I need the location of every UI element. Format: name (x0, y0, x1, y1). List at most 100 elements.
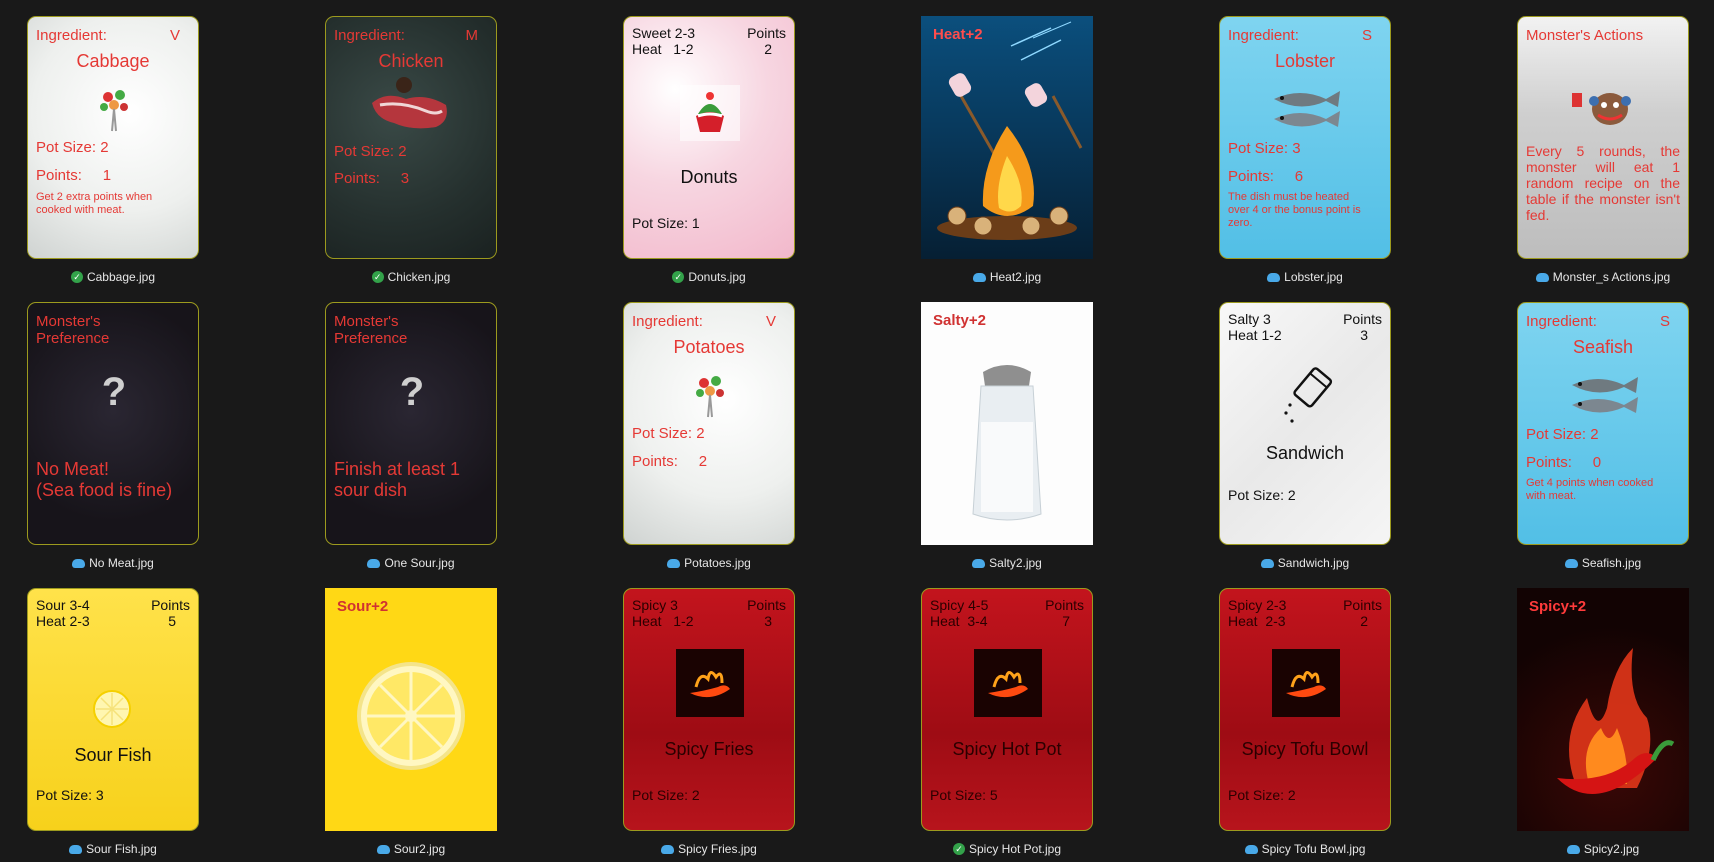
pot-size: Pot Size: 2 (632, 425, 705, 442)
file-tile-heat2[interactable]: Heat+2 Heat2.jpg (921, 16, 1093, 290)
file-name: Chicken.jpg (387, 270, 451, 284)
thumbnail-sour2[interactable]: Sour+2 (325, 588, 497, 831)
card-name: Chicken (378, 51, 444, 71)
file-tile-monster-actions[interactable]: Monster's Actions Every 5 rounds, the mo… (1517, 16, 1689, 290)
thumbnail-sandwich[interactable]: Salty 3 Heat 1-2 Points 3 Sandwich Pot S… (1219, 302, 1391, 545)
pot-size: Pot Size: 2 (1228, 787, 1296, 803)
file-name: Seafish.jpg (1581, 556, 1642, 570)
file-caption[interactable]: Sour Fish.jpg (27, 836, 199, 862)
file-caption[interactable]: Potatoes.jpg (623, 550, 795, 576)
file-tile-cabbage[interactable]: Ingredient: V Cabbage Pot Size: 2 Points… (27, 16, 199, 290)
vegetable-bouquet-icon (94, 83, 134, 133)
pot-size: Pot Size: 3 (1228, 140, 1301, 157)
thumbnail-spicy2[interactable]: Spicy+2 (1517, 588, 1689, 831)
file-caption[interactable]: Seafish.jpg (1517, 550, 1689, 576)
cloud-icon (1244, 844, 1258, 854)
thumbnail-potatoes[interactable]: Ingredient: V Potatoes Pot Size: 2 Point… (623, 302, 795, 545)
file-caption[interactable]: Spicy Fries.jpg (623, 836, 795, 862)
thumbnail-no-meat[interactable]: Monster's Preference ? No Meat! (Sea foo… (27, 302, 199, 545)
file-name: Sour2.jpg (393, 842, 446, 856)
file-tile-sour2[interactable]: Sour+2 Sour2.jpg (325, 588, 497, 862)
file-tile-no-meat[interactable]: Monster's Preference ? No Meat! (Sea foo… (27, 302, 199, 576)
cloud-icon (367, 558, 381, 568)
pot-size: Pot Size: 2 (1526, 426, 1599, 443)
stat-line-1: Sweet 2-3 (632, 25, 696, 41)
thumbnail-donuts[interactable]: Sweet 2-3 Heat 1-2 Points 2 Donuts Pot S… (623, 16, 795, 259)
thumbnail-spicy-fries[interactable]: Spicy 3 Heat 1-2 Points 3 Spicy Fries Po… (623, 588, 795, 831)
points-value: 3 (1360, 327, 1368, 343)
file-thumbnail-grid: Ingredient: V Cabbage Pot Size: 2 Points… (27, 16, 1689, 862)
card-text: Finish at least 1 sour dish (334, 459, 461, 500)
file-caption[interactable]: Sour2.jpg (325, 836, 497, 862)
thumbnail-spicy-hot-pot[interactable]: Spicy 4-5 Heat 3-4 Points 7 Spicy Hot Po… (921, 588, 1093, 831)
card-note: Get 4 points when cooked with meat. (1526, 477, 1654, 502)
thumbnail-chicken[interactable]: Ingredient: M Chicken Pot Size: 2 Points… (325, 16, 497, 259)
cloud-icon (1260, 558, 1274, 568)
stat-line-1: Spicy 3 (632, 597, 678, 613)
thumbnail-monster-actions[interactable]: Monster's Actions Every 5 rounds, the mo… (1517, 16, 1689, 259)
thumbnail-spicy-tofu-bowl[interactable]: Spicy 2-3 Heat 2-3 Points 2 Spicy Tofu B… (1219, 588, 1391, 831)
file-tile-spicy-hot-pot[interactable]: Spicy 4-5 Heat 3-4 Points 7 Spicy Hot Po… (921, 588, 1093, 862)
file-tile-sandwich[interactable]: Salty 3 Heat 1-2 Points 3 Sandwich Pot S… (1219, 302, 1391, 576)
card-name: Sour Fish (74, 745, 152, 765)
cloud-icon (1564, 558, 1578, 568)
file-caption[interactable]: Heat2.jpg (921, 264, 1093, 290)
file-caption[interactable]: One Sour.jpg (325, 550, 497, 576)
salt-shaker-icon (1276, 363, 1336, 429)
card-name: Seafish (1572, 337, 1634, 357)
cloud-icon (69, 844, 83, 854)
salt-shaker-illustration (972, 365, 1042, 521)
file-caption[interactable]: Spicy Tofu Bowl.jpg (1219, 836, 1391, 862)
file-caption[interactable]: Salty2.jpg (921, 550, 1093, 576)
file-tile-sour-fish[interactable]: Sour 3-4 Heat 2-3 Points 5 Sour Fish Pot… (27, 588, 199, 862)
cloud-icon (972, 558, 986, 568)
file-tile-lobster[interactable]: Ingredient: S Lobster Pot Size: 3 Points… (1219, 16, 1391, 290)
lemon-illustration (357, 662, 465, 770)
thumbnail-sour-fish[interactable]: Sour 3-4 Heat 2-3 Points 5 Sour Fish Pot… (27, 588, 199, 831)
points: Points: 6 (1228, 168, 1304, 185)
question-mark-icon: ? (101, 369, 127, 414)
file-caption[interactable]: Monster_s Actions.jpg (1517, 264, 1689, 290)
monster-icon (1568, 85, 1638, 129)
stat-line-1: Salty 3 (1228, 311, 1271, 327)
file-tile-potatoes[interactable]: Ingredient: V Potatoes Pot Size: 2 Point… (623, 302, 795, 576)
file-tile-donuts[interactable]: Sweet 2-3 Heat 1-2 Points 2 Donuts Pot S… (623, 16, 795, 290)
card-text: Every 5 rounds, the monster will eat 1 r… (1526, 143, 1680, 223)
file-caption[interactable]: ✓ Cabbage.jpg (27, 264, 199, 290)
thumbnail-heat2[interactable]: Heat+2 (921, 16, 1093, 259)
card-header-left: Ingredient: (334, 27, 405, 44)
file-caption[interactable]: Spicy2.jpg (1517, 836, 1689, 862)
points-label: Points (747, 597, 786, 613)
file-caption[interactable]: ✓ Chicken.jpg (325, 264, 497, 290)
stat-line-2: Heat 3-4 (930, 613, 988, 629)
file-caption[interactable]: Lobster.jpg (1219, 264, 1391, 290)
steak-icon (366, 75, 456, 135)
card-header-right: S (1659, 313, 1670, 330)
file-caption[interactable]: Sandwich.jpg (1219, 550, 1391, 576)
file-caption[interactable]: ✓ Spicy Hot Pot.jpg (921, 836, 1093, 862)
card-note: The dish must be heated over 4 or the bo… (1228, 191, 1361, 229)
pot-size: Pot Size: 2 (334, 143, 407, 160)
thumbnail-one-sour[interactable]: Monster's Preference ? Finish at least 1… (325, 302, 497, 545)
file-name: Sour Fish.jpg (86, 842, 157, 856)
thumbnail-cabbage[interactable]: Ingredient: V Cabbage Pot Size: 2 Points… (27, 16, 199, 259)
thumbnail-lobster[interactable]: Ingredient: S Lobster Pot Size: 3 Points… (1219, 16, 1391, 259)
file-caption[interactable]: No Meat.jpg (27, 550, 199, 576)
file-tile-salty2[interactable]: Salty+2 Salty2.jpg (921, 302, 1093, 576)
cloud-icon (72, 558, 86, 568)
file-caption[interactable]: ✓ Donuts.jpg (623, 264, 795, 290)
check-circle-icon: ✓ (70, 271, 83, 283)
cloud-icon (1267, 272, 1281, 282)
vegetable-bouquet-icon (690, 369, 730, 419)
file-name: Lobster.jpg (1284, 270, 1343, 284)
thumbnail-salty2[interactable]: Salty+2 (921, 302, 1093, 545)
file-tile-seafish[interactable]: Ingredient: S Seafish Pot Size: 2 Points… (1517, 302, 1689, 576)
file-tile-spicy-fries[interactable]: Spicy 3 Heat 1-2 Points 3 Spicy Fries Po… (623, 588, 795, 862)
file-tile-chicken[interactable]: Ingredient: M Chicken Pot Size: 2 Points… (325, 16, 497, 290)
check-circle-icon: ✓ (672, 271, 685, 283)
file-tile-one-sour[interactable]: Monster's Preference ? Finish at least 1… (325, 302, 497, 576)
points-label: Points (1045, 597, 1084, 613)
thumbnail-seafish[interactable]: Ingredient: S Seafish Pot Size: 2 Points… (1517, 302, 1689, 545)
file-tile-spicy2[interactable]: Spicy+2 Spicy2.jpg (1517, 588, 1689, 862)
file-tile-spicy-tofu-bowl[interactable]: Spicy 2-3 Heat 2-3 Points 2 Spicy Tofu B… (1219, 588, 1391, 862)
